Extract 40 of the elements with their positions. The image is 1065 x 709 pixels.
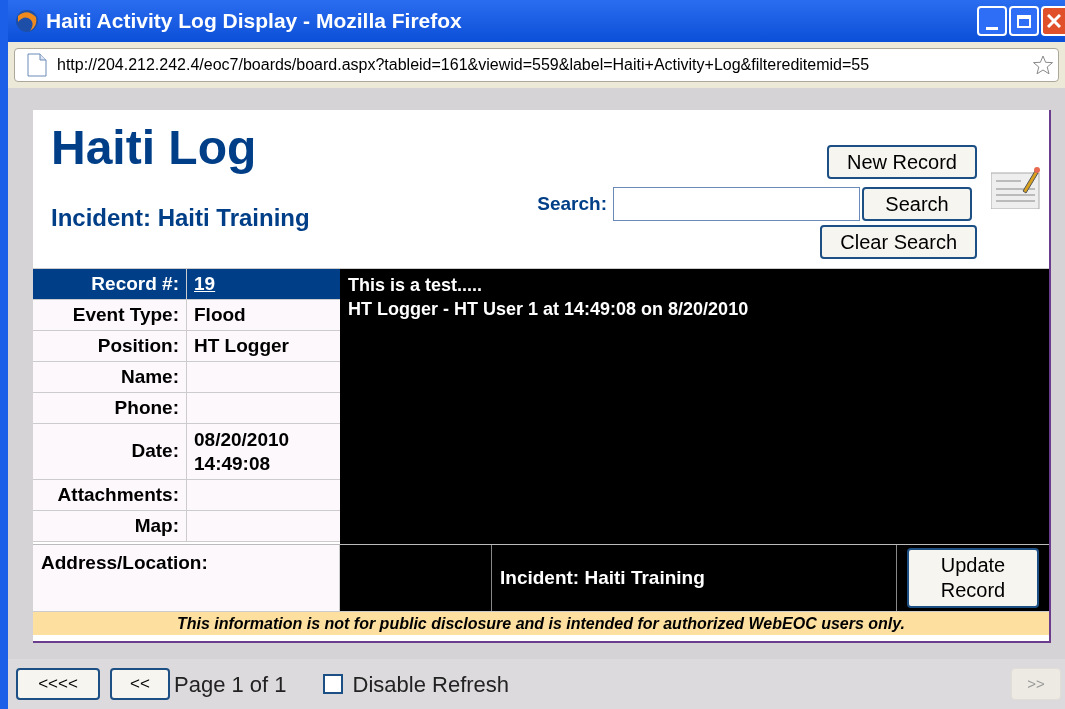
search-button[interactable]: Search — [862, 187, 972, 221]
note-line: This is a test..... — [348, 274, 484, 297]
search-field[interactable] — [613, 187, 860, 221]
disable-refresh-label: Disable Refresh — [352, 670, 510, 699]
disclaimer-bar: This information is not for public disclosure and is intended for authorized WebEOC users only. — [33, 611, 1049, 635]
minimize-button[interactable] — [977, 6, 1007, 36]
search-label: Search: — [537, 191, 607, 216]
field-label: Date: — [33, 424, 187, 479]
close-button[interactable] — [1041, 6, 1065, 36]
field-label: Map: — [33, 511, 187, 541]
first-page-button[interactable]: <<<< — [16, 668, 100, 700]
window-title: Haiti Activity Log Display - Mozilla Firefox — [46, 8, 462, 35]
incident-heading: Incident: Haiti Training — [51, 203, 311, 233]
address-label: Address/Location: — [41, 552, 208, 573]
note-line: HT Logger - HT User 1 at 14:49:08 on 8/20/2010 — [348, 298, 750, 321]
field-label: Name: — [33, 362, 187, 392]
field-label: Record #: — [33, 269, 187, 299]
record-link[interactable]: 19 — [194, 269, 216, 299]
field-label: Event Type: — [33, 300, 187, 330]
page-indicator: Page 1 of 1 — [174, 670, 287, 699]
previous-page-button[interactable]: << — [110, 668, 170, 700]
footer-incident-cell: Incident: Haiti Training — [492, 545, 897, 611]
field-label: Phone: — [33, 393, 187, 423]
field-label: Attachments: — [33, 480, 187, 510]
browser-logo-icon — [14, 8, 40, 34]
new-record-button[interactable]: New Record — [826, 145, 977, 179]
star-icon[interactable] — [1032, 54, 1054, 76]
maximize-button[interactable] — [1009, 6, 1039, 36]
field-value: 08/20/2010 14:49:08 — [194, 427, 291, 476]
page-title: Haiti Log — [51, 120, 258, 176]
address-field[interactable]: http://204.212.242.4/eoc7/boards/board.aspx?tableid=161&viewid=559&label=Haiti+Activity+Log&filtereditemid=55 — [14, 48, 1059, 82]
notepad-pencil-icon[interactable] — [991, 165, 1041, 209]
close-icon — [1047, 14, 1061, 28]
field-value: HT Logger — [194, 334, 289, 358]
field-label: Position: — [33, 331, 187, 361]
update-record-button[interactable]: Update Record — [907, 548, 1039, 608]
field-value: Flood — [194, 303, 246, 327]
clear-search-button[interactable]: Clear Search — [820, 225, 977, 259]
page-icon — [27, 53, 47, 77]
disable-refresh-checkbox[interactable] — [322, 674, 343, 694]
